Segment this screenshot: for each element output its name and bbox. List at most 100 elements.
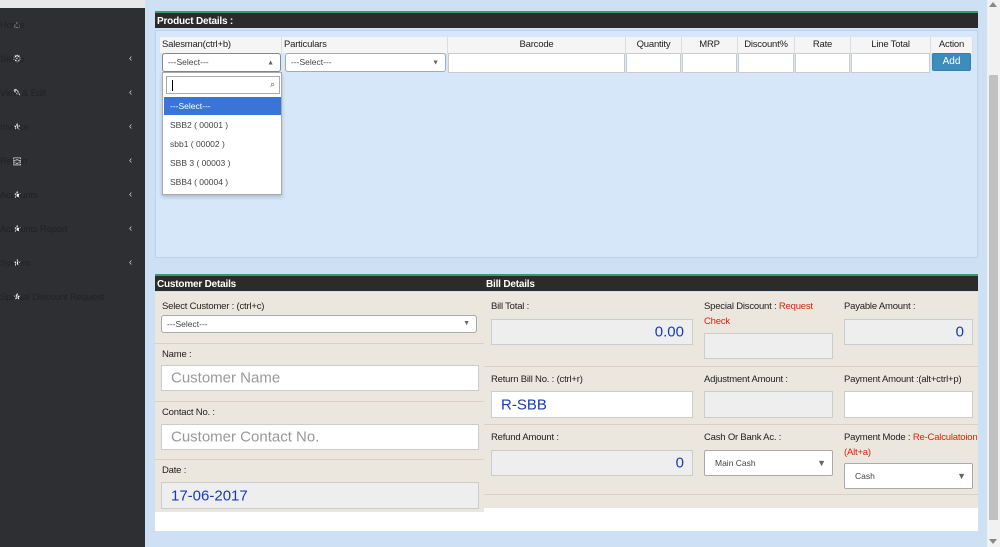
- separator: [155, 459, 484, 460]
- special-discount-input[interactable]: [704, 333, 833, 359]
- adjustment-input[interactable]: [704, 391, 833, 418]
- customer-select[interactable]: ---Select--- ▼: [161, 315, 477, 333]
- payment-mode-label: Payment Mode : Re-Calculatoion: [844, 432, 978, 443]
- separator: [155, 343, 484, 344]
- add-button[interactable]: Add: [932, 53, 971, 71]
- sidebar-item-label: Report: [0, 155, 28, 167]
- contact-label: Contact No. :: [162, 407, 215, 418]
- col-particulars: Particulars: [282, 37, 448, 53]
- col-quantity: Quantity: [626, 37, 682, 53]
- payment-mode-text: Payment Mode :: [844, 432, 911, 443]
- text-cursor: [172, 80, 173, 91]
- bill-total-input[interactable]: 0.00: [491, 319, 693, 345]
- dropdown-option[interactable]: SBB 3 ( 00003 ): [164, 154, 281, 172]
- cash-bank-label: Cash Or Bank Ac. :: [704, 432, 782, 443]
- search-icon: ⌕: [269, 79, 275, 89]
- sidebar-item[interactable]: ▤ Report ‹: [0, 151, 145, 171]
- return-bill-input[interactable]: R-SBB: [491, 391, 693, 418]
- sidebar-item-label: Accounts Report: [0, 223, 68, 235]
- date-value: 17-06-2017: [171, 487, 248, 504]
- contact-placeholder: Customer Contact No.: [171, 428, 320, 446]
- cash-bank-value: Main Cash: [715, 458, 756, 468]
- discount-input[interactable]: [738, 53, 794, 73]
- dropdown-option[interactable]: sbb1 ( 00002 ): [164, 135, 281, 153]
- request-link[interactable]: Request: [779, 301, 813, 312]
- caret-down-icon: ▼: [432, 59, 439, 66]
- payable-label: Payable Amount :: [844, 301, 916, 312]
- line-total-input[interactable]: [851, 53, 930, 73]
- select-customer-label: Select Customer : (ctrl+c): [162, 301, 265, 312]
- customer-name-placeholder: Customer Name: [171, 369, 281, 387]
- product-details-header: Product Details :: [155, 11, 978, 28]
- refund-label: Refund Amount :: [491, 432, 559, 443]
- dropdown-option[interactable]: SBB4 ( 00004 ): [164, 173, 281, 191]
- separator: [484, 494, 978, 495]
- sidebar-item[interactable]: ★ Accounts ‹: [0, 185, 145, 205]
- customer-details-title: Customer Details: [157, 279, 237, 290]
- sidebar-item[interactable]: ★ Invoice ‹: [0, 117, 145, 137]
- sidebar-item-label: Setup: [0, 53, 24, 65]
- scroll-thumb[interactable]: [989, 75, 998, 520]
- col-action: Action: [931, 37, 973, 53]
- page-scrollbar[interactable]: [987, 0, 1000, 547]
- chevron-left-icon: ‹: [128, 189, 132, 200]
- sidebar-item[interactable]: ⌂ Home: [0, 15, 145, 35]
- rate-input[interactable]: [795, 53, 850, 73]
- col-discount: Discount%: [738, 37, 795, 53]
- check-link[interactable]: Check: [704, 316, 730, 327]
- scroll-down-icon[interactable]: [989, 539, 997, 544]
- chevron-left-icon: ‹: [128, 53, 132, 64]
- contact-input[interactable]: Customer Contact No.: [161, 424, 479, 450]
- date-label: Date :: [162, 465, 187, 476]
- dropdown-search-input[interactable]: ⌕: [166, 76, 280, 94]
- barcode-input[interactable]: [448, 53, 625, 73]
- sidebar-item-label: Invoice: [0, 121, 29, 133]
- refund-input[interactable]: 0: [491, 450, 693, 476]
- alt-a-wrap: (Alt+a): [844, 447, 871, 458]
- caret-down-icon: ▼: [957, 471, 966, 481]
- customer-details-header: Customer Details: [155, 274, 484, 291]
- salesman-select[interactable]: ---Select--- ▲: [162, 53, 281, 72]
- special-discount-text: Special Discount :: [704, 301, 777, 312]
- sidebar-item[interactable]: ⚙ Setup ‹: [0, 49, 145, 69]
- particulars-select-value: ---Select---: [291, 57, 332, 67]
- sidebar-item[interactable]: ★ Accounts Report ‹: [0, 219, 145, 239]
- chevron-left-icon: ‹: [128, 121, 132, 132]
- payment-amount-input[interactable]: [844, 391, 973, 418]
- mrp-input[interactable]: [682, 53, 737, 73]
- chevron-left-icon: ‹: [128, 87, 132, 98]
- salesman-dropdown: ⌕ ---Select--- SBB2 ( 00001 ) sbb1 ( 00002…: [162, 72, 282, 195]
- payable-input[interactable]: 0: [844, 319, 973, 345]
- customer-name-input[interactable]: Customer Name: [161, 365, 479, 391]
- sidebar-item[interactable]: ★ Special Discount Request: [0, 287, 145, 307]
- recalculation-link[interactable]: Re-Calculatoion: [913, 432, 978, 443]
- payable-value: 0: [955, 323, 964, 341]
- cash-bank-select[interactable]: Main Cash ▼: [704, 450, 833, 476]
- chevron-left-icon: ‹: [128, 155, 132, 166]
- adjustment-label: Adjustment Amount :: [704, 374, 788, 385]
- caret-up-icon: ▲: [267, 59, 274, 66]
- particulars-select[interactable]: ---Select--- ▼: [285, 53, 446, 72]
- sidebar: ⌂ Home ⚙ Setup ‹ ✎ View & Edit ‹ ★ Invoice ‹ ▤ Repor…: [0, 0, 145, 547]
- quantity-input[interactable]: [626, 53, 681, 73]
- separator: [484, 366, 978, 367]
- date-input[interactable]: 17-06-2017: [161, 482, 479, 509]
- sidebar-item-label: View & Edit: [0, 87, 47, 99]
- col-rate: Rate: [795, 37, 851, 53]
- sidebar-item[interactable]: ★ System ‹: [0, 253, 145, 273]
- payment-mode-select[interactable]: Cash ▼: [844, 463, 973, 489]
- bill-total-value: 0.00: [654, 323, 684, 341]
- recalculation-shortcut[interactable]: (Alt+a): [844, 447, 871, 458]
- customer-select-value: ---Select---: [167, 319, 208, 329]
- caret-down-icon: ▼: [463, 320, 470, 327]
- sidebar-item[interactable]: ✎ View & Edit ‹: [0, 83, 145, 103]
- payment-mode-value: Cash: [855, 471, 875, 481]
- dropdown-option[interactable]: SBB2 ( 00001 ): [164, 116, 281, 134]
- caret-down-icon: ▼: [817, 458, 826, 468]
- salesman-select-value: ---Select---: [168, 57, 209, 67]
- dropdown-option[interactable]: ---Select---: [164, 97, 281, 115]
- check-link-wrap: Check: [704, 316, 730, 327]
- scroll-up-icon[interactable]: [989, 2, 997, 7]
- sidebar-item-label: System: [0, 257, 31, 269]
- col-mrp: MRP: [682, 37, 738, 53]
